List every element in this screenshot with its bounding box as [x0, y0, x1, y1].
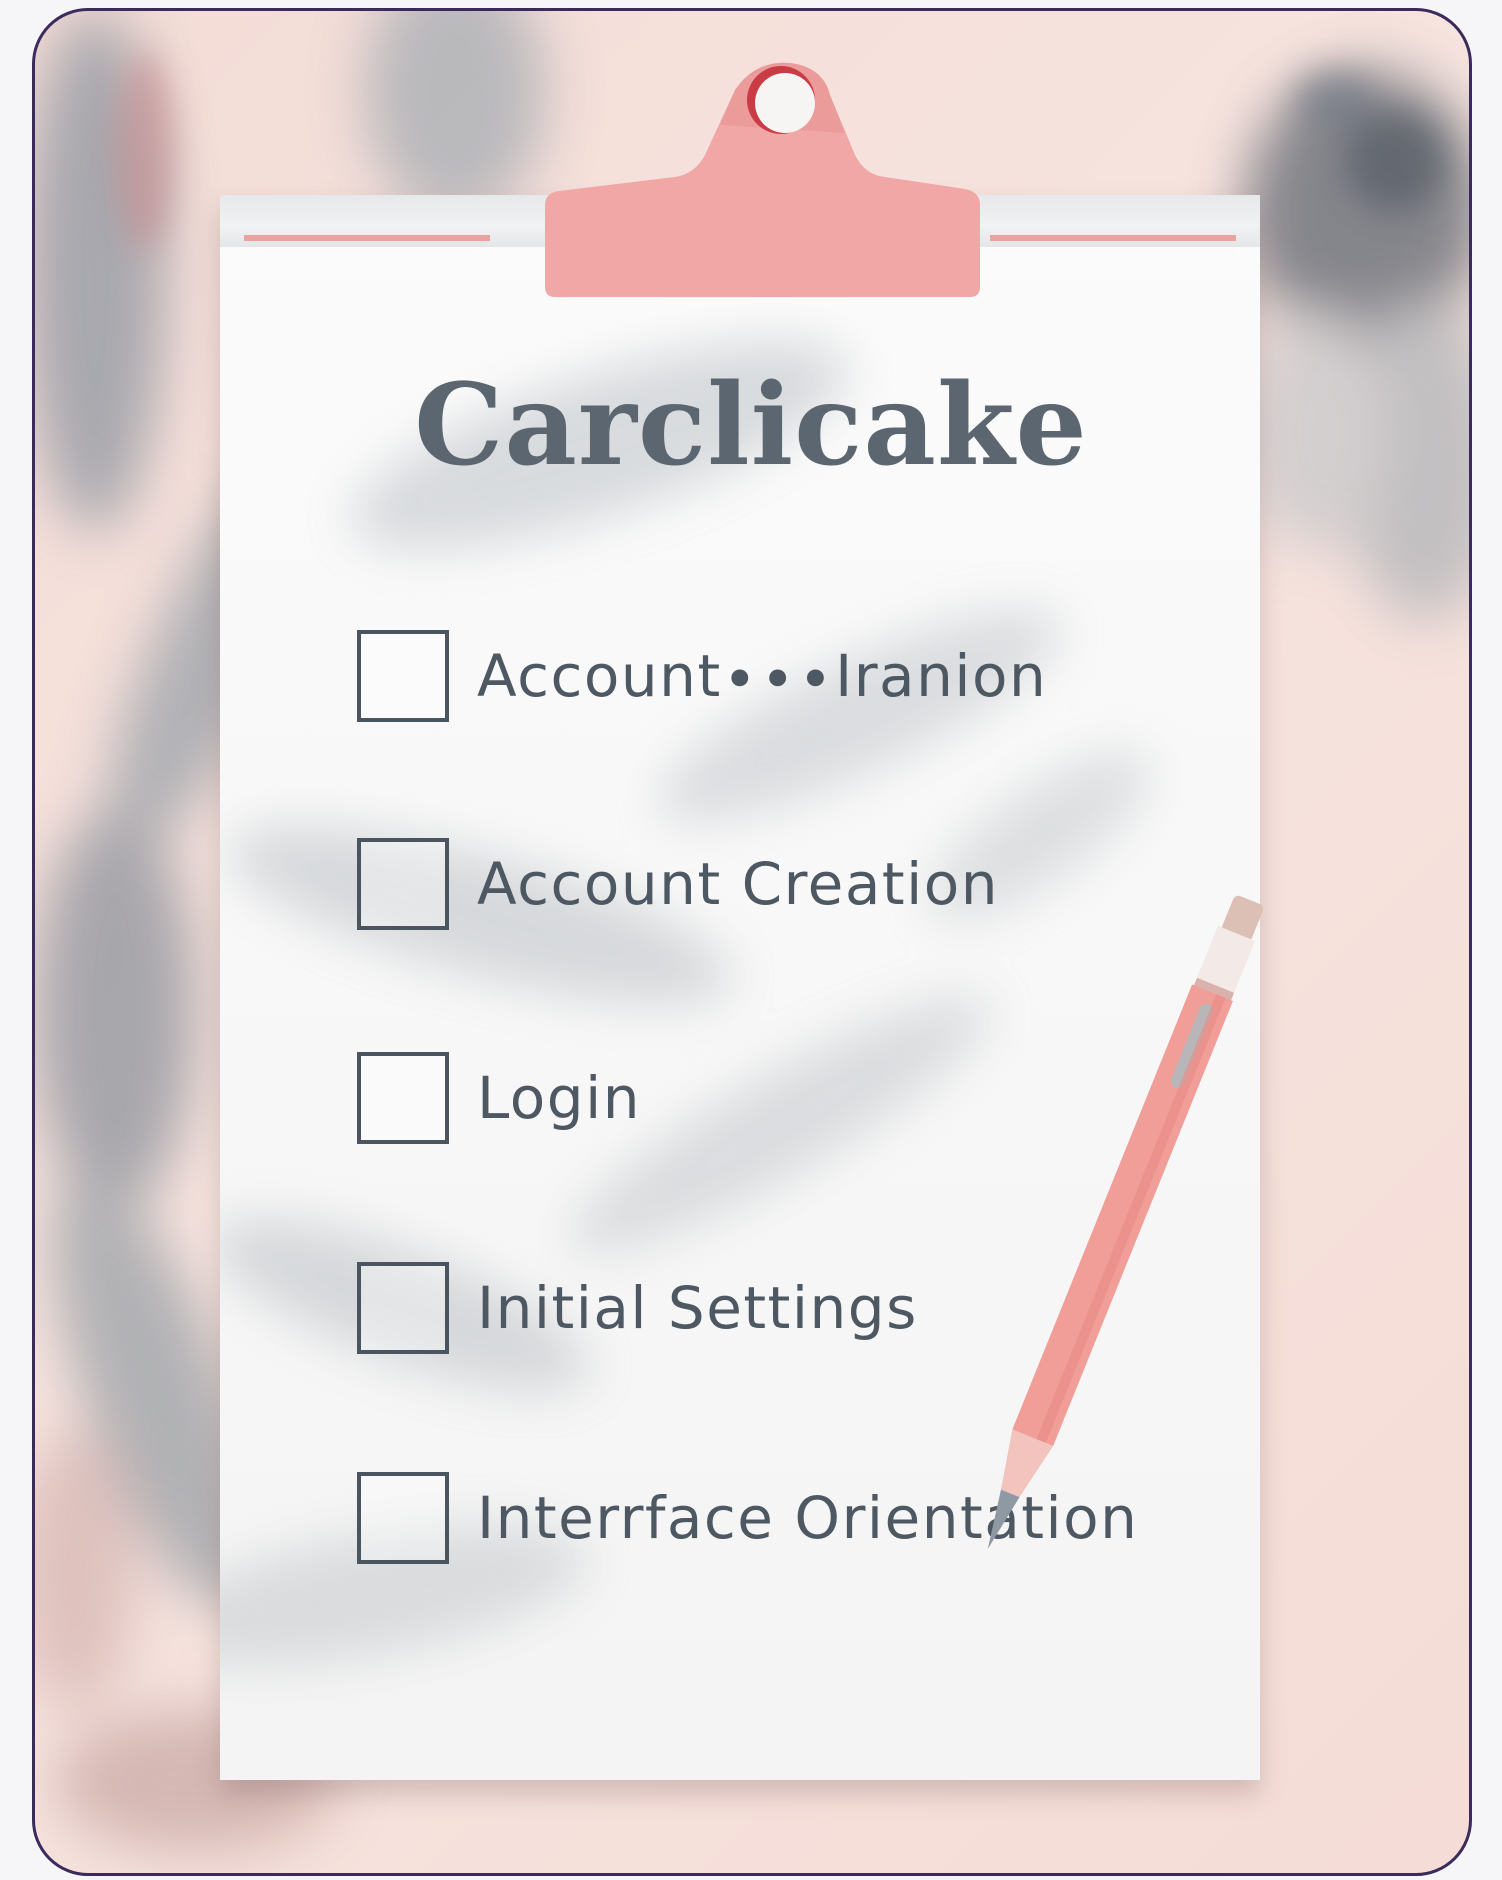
checklist-item-label: Initial Settings — [477, 1274, 918, 1342]
checklist-item-label: Account∙∙∙Iranion — [477, 642, 1048, 710]
checklist-item-label: Account Creation — [477, 850, 1000, 918]
checkbox-icon[interactable] — [357, 838, 449, 930]
clipboard-clip-icon — [545, 62, 980, 298]
checkbox-icon[interactable] — [357, 1052, 449, 1144]
checkbox-icon[interactable] — [357, 630, 449, 722]
checkbox-icon[interactable] — [357, 1472, 449, 1564]
page-title: Carclicake — [414, 360, 1088, 491]
checkbox-icon[interactable] — [357, 1262, 449, 1354]
pencil-icon — [987, 895, 1264, 1550]
checklist-item-label: Login — [477, 1064, 641, 1132]
